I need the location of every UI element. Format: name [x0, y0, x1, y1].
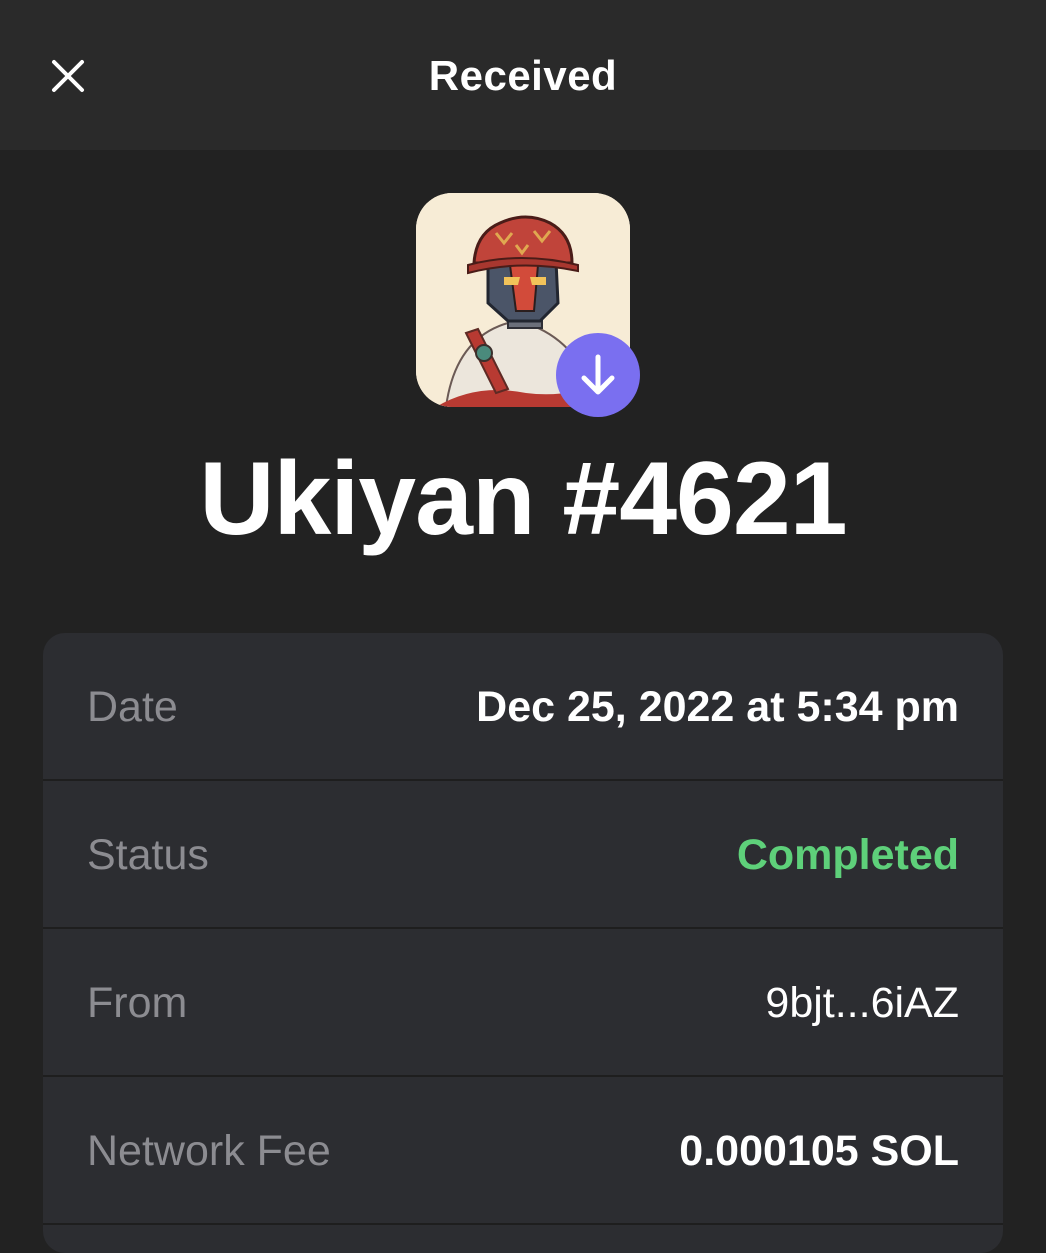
- status-value: Completed: [736, 831, 959, 879]
- date-value: Dec 25, 2022 at 5:34 pm: [476, 683, 959, 731]
- detail-row-network-fee: Network Fee 0.000105 SOL: [43, 1077, 1003, 1225]
- from-label: From: [87, 979, 188, 1027]
- page-title: Received: [428, 52, 618, 99]
- nft-thumbnail: [416, 193, 640, 417]
- network-fee-value: 0.000105 SOL: [679, 1127, 959, 1175]
- detail-row-date: Date Dec 25, 2022 at 5:34 pm: [43, 633, 1003, 781]
- transaction-details-card: Date Dec 25, 2022 at 5:34 pm Status Comp…: [43, 633, 1003, 1253]
- date-label: Date: [87, 683, 178, 731]
- detail-row-from[interactable]: From 9bjt...6iAZ: [43, 929, 1003, 1077]
- nft-name: Ukiyan #4621: [199, 441, 847, 557]
- from-address[interactable]: 9bjt...6iAZ: [765, 979, 959, 1028]
- top-bar: Received: [0, 0, 1046, 150]
- detail-row-status: Status Completed: [43, 781, 1003, 929]
- network-fee-label: Network Fee: [87, 1127, 331, 1175]
- received-badge: [556, 333, 640, 417]
- status-label: Status: [87, 831, 209, 879]
- arrow-down-icon: [581, 354, 615, 395]
